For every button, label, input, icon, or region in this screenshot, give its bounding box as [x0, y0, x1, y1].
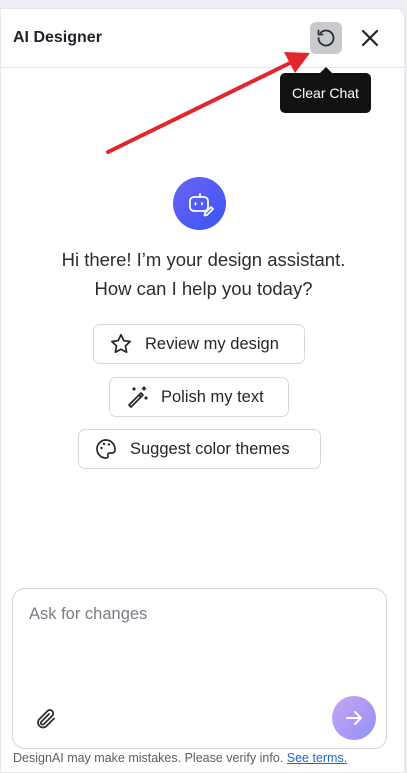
- panel-header: AI Designer: [1, 9, 404, 68]
- attach-button[interactable]: [32, 705, 60, 733]
- refresh-icon: [317, 29, 335, 47]
- disclaimer: DesignAI may make mistakes. Please verif…: [13, 751, 347, 765]
- bot-edit-icon: [188, 192, 214, 216]
- close-button[interactable]: [354, 22, 386, 54]
- message-input[interactable]: [27, 603, 361, 667]
- suggestion-label: Polish my text: [161, 387, 264, 406]
- suggestion-label: Suggest color themes: [130, 439, 290, 458]
- clear-chat-button[interactable]: [310, 22, 342, 54]
- clear-chat-tooltip: Clear Chat: [280, 67, 371, 113]
- close-icon: [361, 29, 379, 47]
- assistant-avatar: [173, 177, 226, 230]
- star-icon: [109, 332, 133, 356]
- paperclip-icon: [37, 709, 55, 729]
- disclaimer-text: DesignAI may make mistakes. Please verif…: [13, 751, 284, 765]
- ai-designer-panel: AI Designer Hi there! I’m your design as…: [0, 8, 405, 773]
- welcome-line-2: How can I help you today?: [94, 278, 313, 299]
- welcome-message: Hi there! I’m your design assistant. How…: [1, 245, 406, 303]
- send-button[interactable]: [332, 696, 376, 740]
- palette-icon: [94, 437, 118, 461]
- suggestion-polish-text[interactable]: Polish my text: [109, 377, 289, 417]
- magic-wand-icon: [125, 385, 149, 409]
- arrow-right-icon: [346, 711, 362, 725]
- welcome-line-1: Hi there! I’m your design assistant.: [61, 249, 346, 270]
- terms-link[interactable]: See terms.: [287, 751, 347, 765]
- suggestion-color-themes[interactable]: Suggest color themes: [78, 429, 321, 469]
- suggestion-review-design[interactable]: Review my design: [93, 324, 305, 364]
- tooltip-text: Clear Chat: [292, 85, 359, 101]
- suggestion-label: Review my design: [145, 334, 279, 353]
- panel-title: AI Designer: [13, 29, 102, 46]
- message-composer: [12, 588, 387, 749]
